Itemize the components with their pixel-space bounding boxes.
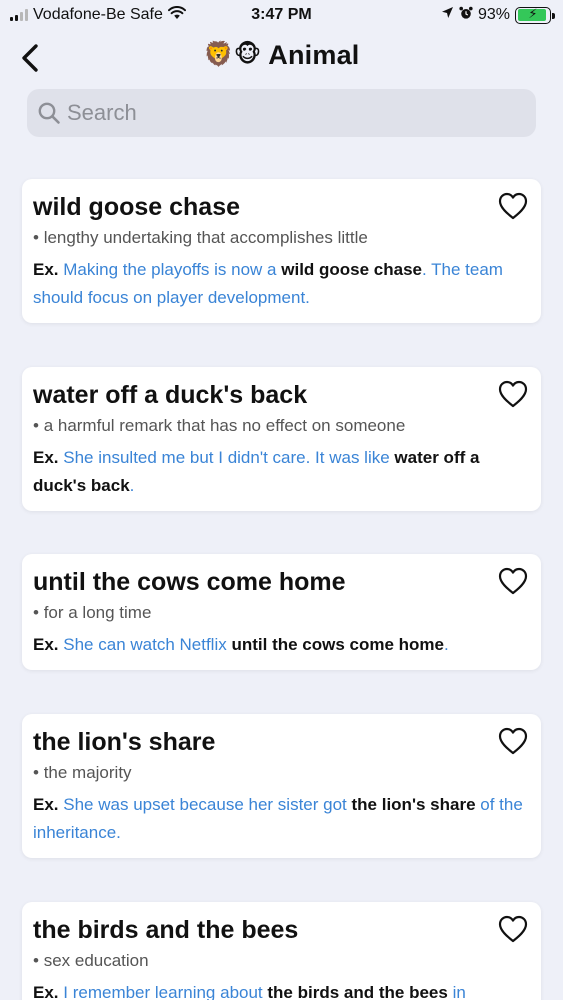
example-idiom: until the cows come home xyxy=(231,635,445,654)
page-title-text: Animal xyxy=(268,40,360,70)
idiom-meaning: • a harmful remark that has no effect on… xyxy=(33,416,406,435)
idiom-title: the lion's share xyxy=(33,728,216,756)
status-right: 93% ⚡ xyxy=(441,6,555,25)
alarm-icon xyxy=(459,6,473,25)
example-text-after: . xyxy=(444,635,449,654)
example-label: Ex. xyxy=(33,448,59,467)
search-bar[interactable] xyxy=(27,89,536,137)
meaning-text: sex education xyxy=(43,951,149,970)
battery-percent: 93% xyxy=(477,6,510,23)
meaning-text: for a long time xyxy=(43,603,152,622)
example-idiom: the lion's share xyxy=(351,795,476,814)
idiom-title: until the cows come home xyxy=(33,568,346,596)
example-text-after: in xyxy=(452,983,466,1000)
status-bar: Vodafone-Be Safe 3:47 PM 93% ⚡ xyxy=(0,0,563,30)
idiom-meaning: • for a long time xyxy=(33,603,152,622)
carrier-name: Vodafone-Be Safe xyxy=(33,6,163,23)
search-input[interactable] xyxy=(67,100,507,126)
idiom-example: Ex. She insulted me but I didn't care. I… xyxy=(33,444,529,500)
favorite-button[interactable] xyxy=(497,379,529,409)
idiom-card[interactable]: water off a duck's back • a harmful rema… xyxy=(22,367,541,511)
idiom-example: Ex. I remember learning about the birds … xyxy=(33,979,529,1000)
idiom-meaning: • sex education xyxy=(33,951,149,970)
idiom-example: Ex. She was upset because her sister got… xyxy=(33,791,529,847)
example-label: Ex. xyxy=(33,983,59,1000)
idiom-title: water off a duck's back xyxy=(33,381,308,409)
cellular-signal-icon xyxy=(10,9,28,21)
example-text-before: Making the playoffs is now a xyxy=(63,260,277,279)
heart-icon xyxy=(498,727,528,755)
idiom-card[interactable]: until the cows come home • for a long ti… xyxy=(22,554,541,670)
heart-icon xyxy=(498,567,528,595)
app-screen: Vodafone-Be Safe 3:47 PM 93% ⚡ 🦁🐵 Animal… xyxy=(0,0,563,1000)
example-idiom: wild goose chase xyxy=(281,260,423,279)
favorite-button[interactable] xyxy=(497,566,529,596)
idiom-title: the birds and the bees xyxy=(33,916,299,944)
location-arrow-icon xyxy=(441,6,454,24)
example-text-before: She insulted me but I didn't care. It wa… xyxy=(63,448,390,467)
idiom-card[interactable]: the lion's share • the majority Ex. She … xyxy=(22,714,541,858)
favorite-button[interactable] xyxy=(497,914,529,944)
meaning-text: a harmful remark that has no effect on s… xyxy=(43,416,406,435)
idiom-example: Ex. She can watch Netflix until the cows… xyxy=(33,631,529,659)
example-label: Ex. xyxy=(33,635,59,654)
page-title: 🦁🐵 Animal xyxy=(0,40,563,71)
wifi-icon xyxy=(167,5,186,25)
battery-icon: ⚡ xyxy=(515,6,555,24)
example-text-before: She was upset because her sister got xyxy=(63,795,347,814)
idiom-meaning: • lengthy undertaking that accomplishes … xyxy=(33,228,368,247)
status-left: Vodafone-Be Safe xyxy=(10,5,186,25)
heart-icon xyxy=(498,380,528,408)
search-icon xyxy=(38,102,60,124)
example-text-after: . xyxy=(129,476,135,495)
example-text-before: She can watch Netflix xyxy=(63,635,227,654)
example-label: Ex. xyxy=(33,795,59,814)
example-label: Ex. xyxy=(33,260,59,279)
favorite-button[interactable] xyxy=(497,726,529,756)
example-idiom: the birds and the bees xyxy=(267,983,448,1000)
idiom-card[interactable]: the birds and the bees • sex education E… xyxy=(22,902,541,1000)
idiom-title: wild goose chase xyxy=(33,193,241,221)
heart-icon xyxy=(498,192,528,220)
meaning-text: lengthy undertaking that accomplishes li… xyxy=(43,228,368,247)
favorite-button[interactable] xyxy=(497,191,529,221)
idiom-card[interactable]: wild goose chase • lengthy undertaking t… xyxy=(22,179,541,323)
category-emoji: 🦁🐵 xyxy=(203,40,262,68)
example-text-before: I remember learning about xyxy=(63,983,263,1000)
nav-bar: 🦁🐵 Animal xyxy=(0,34,563,80)
meaning-text: the majority xyxy=(43,763,132,782)
idiom-meaning: • the majority xyxy=(33,763,132,782)
idiom-example: Ex. Making the playoffs is now a wild go… xyxy=(33,256,529,312)
heart-icon xyxy=(498,915,528,943)
